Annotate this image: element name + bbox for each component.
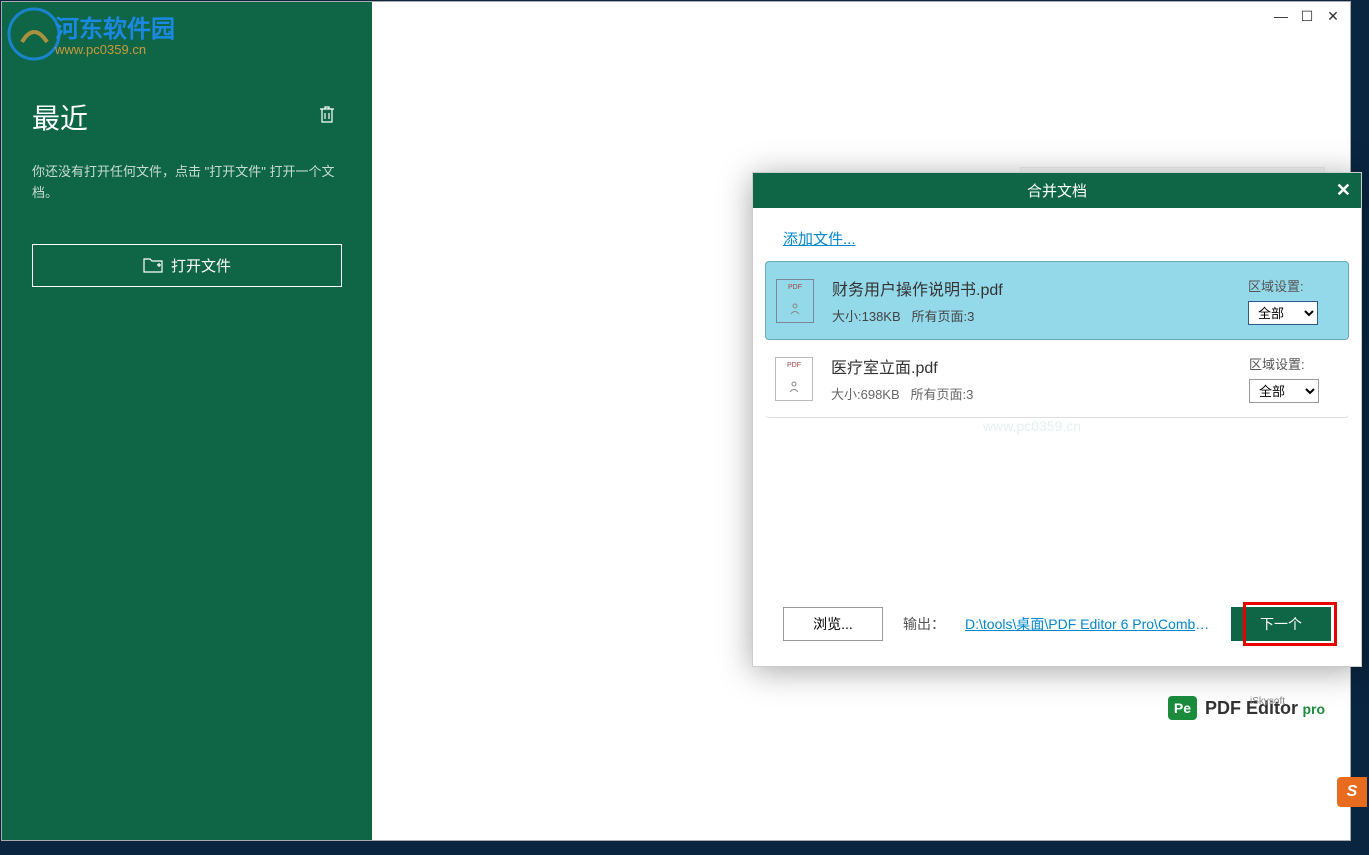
close-button[interactable]: ✕: [1324, 7, 1342, 25]
pdf-icon: [776, 279, 814, 323]
region-select[interactable]: 全部: [1248, 301, 1318, 325]
recent-title: 最近: [32, 97, 88, 137]
file-info: 医疗室立面.pdf 大小:698KB 所有页面:3: [831, 354, 1249, 403]
file-meta: 大小:138KB 所有页面:3: [832, 306, 1248, 325]
file-info: 财务用户操作说明书.pdf 大小:138KB 所有页面:3: [832, 276, 1248, 325]
dialog-title: 合并文档: [1027, 180, 1087, 201]
region-label: 区域设置:: [1248, 276, 1338, 295]
orange-badge-icon[interactable]: S: [1337, 777, 1367, 807]
merge-dialog: 合并文档 ✕ 添加文件... 财务用户操作说明书.pdf 大小:138KB 所有…: [752, 172, 1362, 667]
faint-watermark: www.pc0359.cn: [983, 418, 1081, 434]
file-name: 医疗室立面.pdf: [831, 354, 1249, 378]
brand-suffix: pro: [1302, 701, 1325, 717]
output-path-link[interactable]: D:\tools\桌面\PDF Editor 6 Pro\Combi...: [965, 614, 1210, 634]
pe-badge: Pe: [1168, 696, 1197, 720]
next-button[interactable]: 下一个: [1231, 607, 1331, 641]
dialog-footer: 浏览... 输出： D:\tools\桌面\PDF Editor 6 Pro\C…: [753, 582, 1361, 666]
maximize-button[interactable]: ☐: [1298, 7, 1316, 25]
brand-bar: Pe iSkysoft PDF Editor pro: [1168, 696, 1325, 720]
watermark-url: www.pc0359.cn: [55, 42, 175, 57]
main-area: — ☐ ✕ PDF 转换 批量处理: [372, 2, 1350, 840]
file-row[interactable]: 医疗室立面.pdf 大小:698KB 所有页面:3 区域设置: 全部: [765, 340, 1349, 418]
file-name: 财务用户操作说明书.pdf: [832, 276, 1248, 300]
file-meta: 大小:698KB 所有页面:3: [831, 384, 1249, 403]
trash-button[interactable]: [312, 102, 342, 132]
watermark-name: 河东软件园: [55, 9, 175, 44]
add-files-link[interactable]: 添加文件...: [783, 228, 856, 249]
recent-description: 你还没有打开任何文件，点击 "打开文件" 打开一个文档。: [2, 147, 372, 219]
open-file-button[interactable]: 打开文件: [32, 244, 342, 287]
app-window: 河东软件园 www.pc0359.cn 最近 你还没有打开任何文件，点击 "打开…: [1, 1, 1351, 841]
minimize-button[interactable]: —: [1272, 7, 1290, 25]
watermark-logo: 河东软件园 www.pc0359.cn: [7, 7, 127, 55]
trash-icon: [318, 104, 336, 124]
open-file-label: 打开文件: [171, 255, 231, 276]
dialog-header: 合并文档 ✕: [753, 173, 1361, 208]
folder-plus-icon: [143, 257, 163, 273]
brand-small: iSkysoft: [1250, 696, 1285, 707]
region-settings: 区域设置: 全部: [1248, 276, 1338, 325]
region-label: 区域设置:: [1249, 354, 1339, 373]
sidebar: 河东软件园 www.pc0359.cn 最近 你还没有打开任何文件，点击 "打开…: [2, 2, 372, 840]
window-controls: — ☐ ✕: [1272, 7, 1342, 25]
browse-button[interactable]: 浏览...: [783, 607, 883, 641]
region-select[interactable]: 全部: [1249, 379, 1319, 403]
pdf-icon: [775, 357, 813, 401]
region-settings: 区域设置: 全部: [1249, 354, 1339, 403]
file-list: 财务用户操作说明书.pdf 大小:138KB 所有页面:3 区域设置: 全部: [753, 261, 1361, 418]
file-row[interactable]: 财务用户操作说明书.pdf 大小:138KB 所有页面:3 区域设置: 全部: [765, 261, 1349, 340]
output-label: 输出：: [903, 614, 945, 634]
dialog-close-button[interactable]: ✕: [1336, 180, 1351, 201]
